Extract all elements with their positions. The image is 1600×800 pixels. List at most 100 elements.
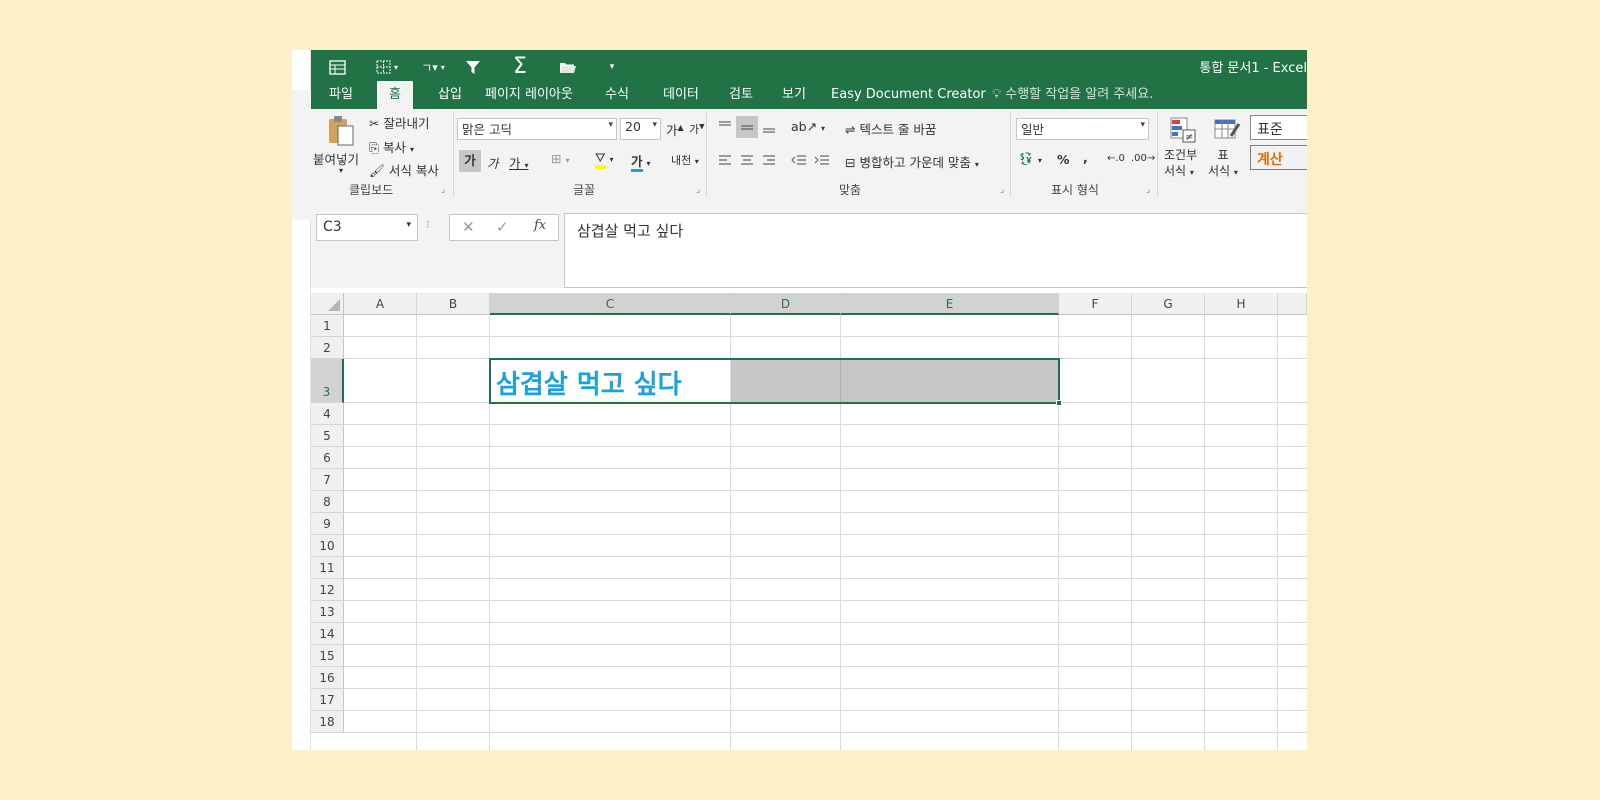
tell-me-box[interactable]: 💡︎ 수행할 작업을 알려 주세요.	[992, 81, 1153, 109]
enter-icon[interactable]: ✓	[496, 218, 509, 236]
row-header-13[interactable]: 13	[311, 601, 344, 623]
tab-review[interactable]: 검토	[729, 81, 753, 109]
tab-insert[interactable]: 삽입	[438, 81, 462, 109]
paste-dropdown-icon[interactable]: ▾	[339, 166, 343, 175]
format-painter-button[interactable]: 🖌︎ 서식 복사	[369, 160, 439, 179]
shrink-font-button[interactable]: 가▼	[689, 121, 705, 137]
row-gridline	[344, 622, 1307, 623]
borders-icon[interactable]: ▾	[369, 54, 405, 80]
row-header-12[interactable]: 12	[311, 579, 344, 601]
excel-window: ▾ ㄱ ▾ ▾ Σ ▾ 통합 문서1 - Excel 파일 홈 삽입 페이지 레이아…	[311, 50, 1307, 750]
column-header-h[interactable]: H	[1205, 293, 1278, 315]
column-header-overflow[interactable]	[1278, 293, 1307, 315]
row-header-18[interactable]: 18	[311, 711, 344, 733]
row-header-16[interactable]: 16	[311, 667, 344, 689]
font-name-select[interactable]: 맑은 고딕 ▾	[457, 118, 617, 140]
row-header-2[interactable]: 2	[311, 337, 344, 359]
phonetic-button[interactable]: 내천 ▾	[671, 152, 699, 168]
row-header-17[interactable]: 17	[311, 689, 344, 711]
number-format-select[interactable]: 일반 ▾	[1016, 118, 1149, 140]
tab-formulas[interactable]: 수식	[605, 81, 629, 109]
border-icon[interactable]: ⊞ ▾	[551, 151, 569, 166]
row-header-1[interactable]: 1	[311, 315, 344, 337]
tab-home[interactable]: 홈	[377, 81, 413, 109]
row-header-10[interactable]: 10	[311, 535, 344, 557]
row-header-3[interactable]: 3	[311, 359, 344, 403]
grow-font-button[interactable]: 가▲	[666, 120, 684, 139]
form-icon[interactable]	[325, 54, 349, 80]
align-middle-icon[interactable]	[736, 116, 758, 138]
tab-easy-document-creator[interactable]: Easy Document Creator	[831, 81, 986, 109]
underline-button[interactable]: 가 ▾	[509, 153, 529, 172]
align-center-icon[interactable]	[736, 150, 758, 170]
decrease-indent-icon[interactable]	[788, 150, 810, 170]
column-header-g[interactable]: G	[1132, 293, 1205, 315]
font-launcher-icon[interactable]: ⌟	[696, 185, 700, 195]
cancel-icon[interactable]: ✕	[462, 218, 475, 236]
row-header-6[interactable]: 6	[311, 447, 344, 469]
column-header-b[interactable]: B	[417, 293, 490, 315]
percent-button[interactable]: %	[1057, 152, 1070, 167]
italic-button[interactable]: 가	[487, 153, 499, 172]
tab-page-layout[interactable]: 페이지 레이아웃	[485, 81, 573, 109]
row-header-4[interactable]: 4	[311, 403, 344, 425]
cut-button[interactable]: ✂ 잘라내기	[369, 113, 429, 132]
increase-decimal-icon[interactable]: ←.0	[1107, 153, 1125, 164]
column-header-c[interactable]: C	[490, 293, 731, 315]
tab-view[interactable]: 보기	[782, 81, 806, 109]
paste-clipboard-icon[interactable]	[324, 115, 358, 147]
style-calculation-cell[interactable]: 계산	[1250, 145, 1307, 170]
increase-indent-icon[interactable]	[811, 150, 833, 170]
insert-function-icon[interactable]: fx	[534, 218, 546, 233]
select-all-button[interactable]	[311, 293, 344, 315]
autosum-icon[interactable]: Σ	[507, 54, 533, 80]
accounting-format-icon[interactable]: 💱︎ ▾	[1018, 151, 1042, 167]
conditional-formatting-button[interactable]: 조건부 서식 ▾	[1164, 147, 1197, 181]
conditional-formatting-icon[interactable]: ≠	[1168, 115, 1198, 145]
sort-icon[interactable]: ㄱ ▾ ▾	[415, 54, 451, 80]
font-size-select[interactable]: 20 ▾	[620, 118, 661, 140]
column-header-e[interactable]: E	[841, 293, 1059, 315]
align-top-icon[interactable]	[714, 116, 736, 136]
number-launcher-icon[interactable]: ⌟	[1146, 185, 1150, 195]
fill-handle[interactable]	[1056, 400, 1062, 406]
align-right-icon[interactable]	[758, 150, 780, 170]
format-as-table-icon[interactable]	[1212, 115, 1242, 145]
row-header-11[interactable]: 11	[311, 557, 344, 579]
clipboard-launcher-icon[interactable]: ⌟	[441, 185, 445, 195]
alignment-launcher-icon[interactable]: ⌟	[1000, 185, 1004, 195]
align-bottom-icon[interactable]	[758, 116, 780, 138]
row-header-9[interactable]: 9	[311, 513, 344, 535]
decrease-decimal-icon[interactable]: .00→	[1131, 153, 1155, 164]
format-as-table-button[interactable]: 표 서식 ▾	[1208, 147, 1238, 181]
worksheet-grid[interactable]: 삼겹살 먹고 싶다 A B C D E F G H 1 2 3 4 5 6 7 8 9 10 11 12 13 14 15 16…	[311, 293, 1307, 750]
filter-icon[interactable]	[461, 54, 485, 80]
column-header-d[interactable]: D	[731, 293, 841, 315]
merge-center-button[interactable]: ⊟ 병합하고 가운데 맞춤 ▾	[845, 152, 979, 171]
tab-data[interactable]: 데이터	[663, 81, 699, 109]
row-header-8[interactable]: 8	[311, 491, 344, 513]
column-header-a[interactable]: A	[344, 293, 417, 315]
align-left-icon[interactable]	[714, 150, 736, 170]
fill-color-icon[interactable]: ⛛ ▾	[595, 150, 614, 169]
orientation-icon[interactable]: ab↗ ▾	[791, 119, 825, 134]
row-header-7[interactable]: 7	[311, 469, 344, 491]
style-normal-cell[interactable]: 표준	[1250, 115, 1307, 140]
open-folder-icon[interactable]	[555, 54, 581, 80]
tab-file[interactable]: 파일	[329, 81, 353, 109]
column-header-f[interactable]: F	[1059, 293, 1132, 315]
row-gridline	[344, 732, 1307, 733]
copy-button[interactable]: ⎘ 복사 ▾	[369, 137, 414, 156]
formula-input[interactable]: 삼겹살 먹고 싶다	[564, 213, 1307, 288]
row-gridline	[344, 512, 1307, 513]
name-box[interactable]: C3 ▾	[316, 214, 418, 241]
row-header-5[interactable]: 5	[311, 425, 344, 447]
font-color-button[interactable]: 가 ▾	[631, 151, 651, 172]
paste-button[interactable]: 붙여넣기	[313, 149, 359, 168]
wrap-text-button[interactable]: ⇌ 텍스트 줄 바꿈	[845, 119, 936, 138]
row-header-14[interactable]: 14	[311, 623, 344, 645]
customize-qat-icon[interactable]: ▾	[603, 54, 621, 80]
row-header-15[interactable]: 15	[311, 645, 344, 667]
bold-button[interactable]: 가	[459, 150, 481, 172]
comma-button[interactable]: ,	[1083, 150, 1088, 165]
